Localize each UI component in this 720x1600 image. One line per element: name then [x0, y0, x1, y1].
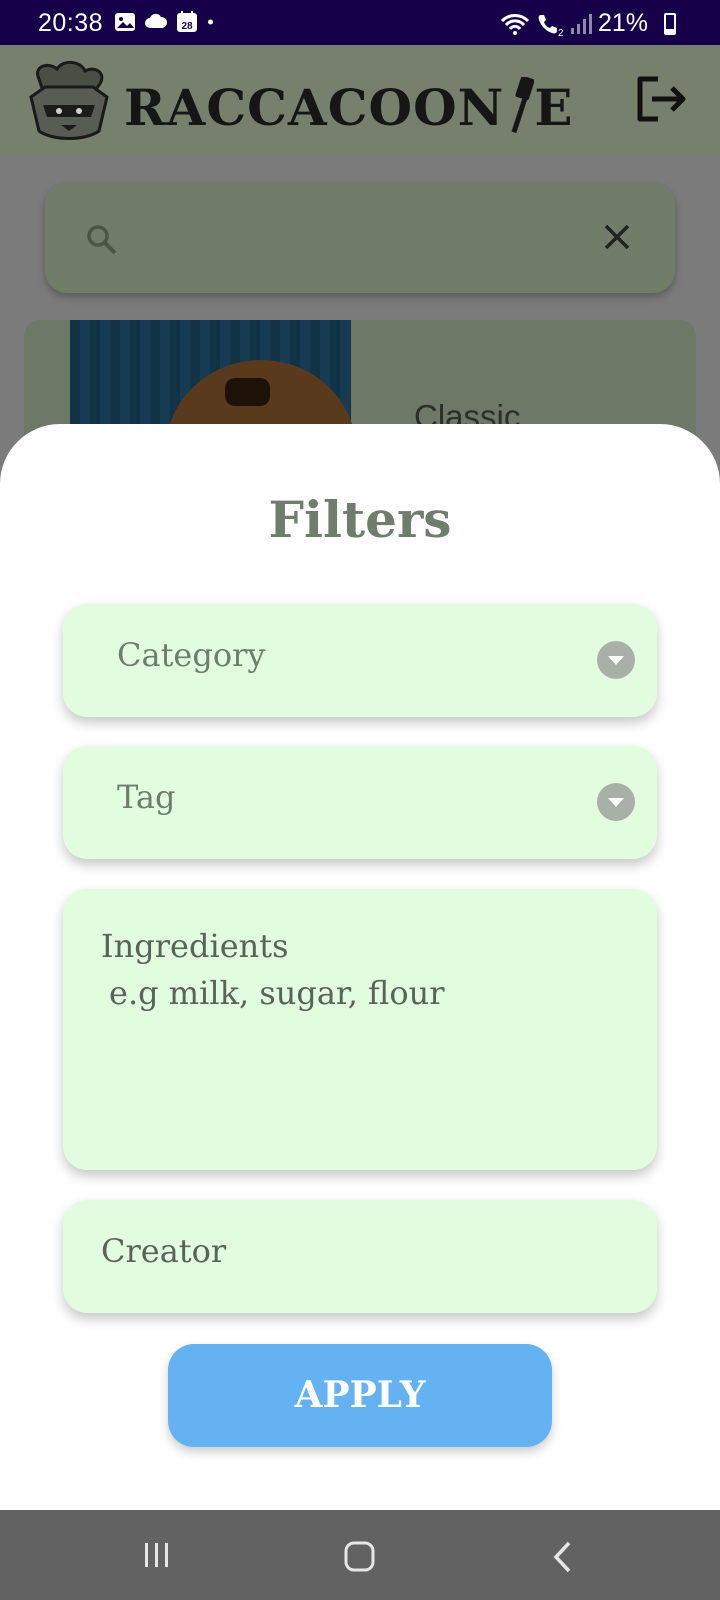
ingredients-placeholder: e.g milk, sugar, flour [109, 974, 445, 1012]
dot-icon [207, 19, 213, 25]
search-bar[interactable] [45, 183, 675, 293]
filters-sheet: Filters Category Tag Ingredients e.g mil… [0, 424, 720, 1510]
logout-icon[interactable] [634, 73, 688, 125]
app-header: RACCACOON E [0, 45, 720, 155]
recents-icon[interactable] [142, 1540, 172, 1570]
ingredients-label: Ingredients [101, 927, 289, 965]
chevron-down-icon[interactable] [597, 783, 635, 821]
system-nav-bar [0, 1510, 720, 1600]
status-time: 20:38 [38, 9, 104, 37]
battery-percent: 21% [597, 9, 648, 37]
chevron-down-icon[interactable] [597, 641, 635, 679]
app-logo-text: RACCACOON E [124, 75, 574, 137]
home-icon[interactable] [343, 1540, 377, 1574]
logo-text-left: RACCACOON [124, 78, 505, 137]
tag-dropdown[interactable]: Tag [63, 746, 657, 859]
battery-icon [664, 13, 676, 35]
creator-label: Creator [101, 1232, 227, 1270]
calendar-icon: 28 [177, 11, 197, 32]
apply-button[interactable]: APPLY [168, 1344, 552, 1447]
image-icon [115, 13, 135, 31]
status-bar: 20:38 28 2 21% [0, 0, 720, 45]
back-icon[interactable] [552, 1540, 574, 1574]
creator-field[interactable]: Creator [63, 1200, 657, 1313]
ingredients-field[interactable]: Ingredients e.g milk, sugar, flour [63, 889, 657, 1170]
signal-icon [570, 13, 592, 34]
search-icon [87, 225, 117, 255]
system-icons: 2 21% [500, 9, 672, 38]
wifi-icon [500, 13, 530, 35]
spatula-icon [511, 75, 535, 134]
filters-title: Filters [268, 490, 452, 549]
logo-text-right: E [534, 78, 574, 137]
category-dropdown[interactable]: Category [63, 604, 657, 717]
call-icon: 2 [538, 14, 564, 36]
notification-icons: 28 [114, 11, 220, 33]
clear-search-icon[interactable] [603, 223, 631, 251]
svg-text:2: 2 [558, 28, 564, 36]
cloud-icon [145, 13, 168, 28]
category-label: Category [117, 636, 266, 674]
raccoon-chef-logo [29, 61, 109, 140]
calendar-day: 28 [181, 21, 193, 32]
tag-label: Tag [117, 778, 176, 816]
